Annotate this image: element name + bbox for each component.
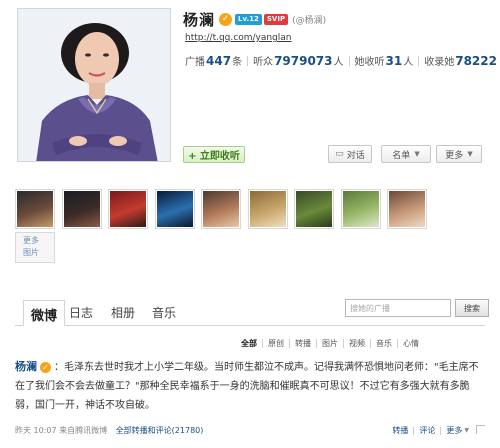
thumbnail-image xyxy=(203,191,239,227)
broadcast-search-input[interactable]: 搜她的广播 xyxy=(345,299,451,317)
profile-name[interactable]: 杨澜 xyxy=(183,9,215,30)
repost-action[interactable]: 转播 xyxy=(392,425,408,436)
more-photos-line2: 图片 xyxy=(23,248,39,257)
stat-following[interactable]: 她收听 31 人 xyxy=(355,53,414,68)
corner-resize-handle[interactable] xyxy=(476,425,485,434)
thumbnail-image xyxy=(157,191,193,227)
stat-divider xyxy=(247,55,249,66)
stat-label: 她收听 xyxy=(354,57,385,68)
filter-divider xyxy=(343,339,344,348)
thumbnail-image xyxy=(343,191,379,227)
action-divider xyxy=(440,426,442,435)
profile-stats: 广播 447 条 听众 7979073 人 她收听 31 人 收录她 78222 xyxy=(185,53,498,68)
post-time-source[interactable]: 昨天 10:07 来自腾讯微博 xyxy=(15,426,107,435)
stat-unit: 人 xyxy=(403,57,414,68)
dialog-button[interactable]: ▭ 对话 xyxy=(328,145,372,163)
tab-album[interactable]: 相册 xyxy=(111,304,135,321)
tab-music[interactable]: 音乐 xyxy=(152,304,176,321)
filter-music[interactable]: 音乐 xyxy=(376,338,392,349)
stat-label: 收录她 xyxy=(424,57,455,68)
photo-thumb-2[interactable] xyxy=(62,189,102,229)
comment-action[interactable]: 评论 xyxy=(419,425,435,436)
profile-handle: (@杨澜) xyxy=(292,15,327,26)
stat-divider xyxy=(348,55,350,66)
more-label: 更多 xyxy=(445,150,464,161)
search-button[interactable]: 搜索 xyxy=(455,299,489,317)
photo-thumb-8[interactable] xyxy=(341,189,381,229)
post-body: 杨澜 ✓ ：毛泽东去世时我才上小学二年级。当时师生都泣不成声。记得我满怀恐惧地问老师… xyxy=(15,357,485,415)
namelist-dropdown[interactable]: 名单 ▼ xyxy=(381,145,431,163)
post-meta-left: 昨天 10:07 来自腾讯微博 全部转播和评论(21780) xyxy=(15,425,203,436)
filter-divider xyxy=(397,339,398,348)
stat-label: 广播 xyxy=(185,57,205,68)
photo-thumb-3[interactable] xyxy=(108,189,148,229)
filter-divider xyxy=(262,339,263,348)
vip-badge[interactable]: SVIP xyxy=(263,13,289,25)
photo-thumb-1[interactable] xyxy=(15,189,55,229)
filter-repost[interactable]: 转播 xyxy=(295,338,311,349)
chevron-down-icon: ▼ xyxy=(414,150,420,158)
thumbnail-image xyxy=(17,191,53,227)
post-actions: 转播 评论 更多 ▼ xyxy=(392,425,469,436)
stat-value: 31 xyxy=(385,54,403,68)
filter-divider xyxy=(370,339,371,348)
filter-original[interactable]: 原创 xyxy=(268,338,284,349)
stat-collected[interactable]: 收录她 78222 xyxy=(424,53,498,68)
filter-video[interactable]: 视频 xyxy=(349,338,365,349)
feed-post: 杨澜 ✓ ：毛泽东去世时我才上小学二年级。当时师生都泣不成声。记得我满怀恐惧地问老师… xyxy=(15,357,485,415)
post-meta: 昨天 10:07 来自腾讯微博 全部转播和评论(21780) 转播 评论 更多 … xyxy=(15,425,485,439)
photo-thumb-7[interactable] xyxy=(294,189,334,229)
verified-v-icon: ✓ xyxy=(40,361,51,373)
tab-weibo[interactable]: 微博 xyxy=(23,300,66,326)
photo-thumb-6[interactable] xyxy=(248,189,288,229)
stat-unit: 条 xyxy=(232,57,243,68)
chevron-down-icon: ▼ xyxy=(467,150,473,158)
stat-value: 447 xyxy=(206,54,232,68)
all-reposts-comments-link[interactable]: 全部转播和评论(21780) xyxy=(116,426,204,435)
tab-blog[interactable]: 日志 xyxy=(69,304,93,321)
photo-thumb-4[interactable] xyxy=(155,189,195,229)
more-action[interactable]: 更多 xyxy=(446,425,462,436)
stat-divider xyxy=(418,55,420,66)
thumbnail-image xyxy=(110,191,146,227)
action-divider xyxy=(413,426,415,435)
stat-listeners[interactable]: 听众 7979073 人 xyxy=(253,53,343,68)
dialog-button-label: 对话 xyxy=(346,150,365,161)
post-author-link[interactable]: 杨澜 xyxy=(15,360,37,373)
stat-unit: 人 xyxy=(333,57,344,68)
more-photos-line1: 更多 xyxy=(23,236,39,245)
filter-divider xyxy=(316,339,317,348)
profile-name-row: 杨澜 ✓ Lv.12 SVIP (@杨澜) xyxy=(183,9,327,30)
feed-filters: 全部 原创 转播 图片 视频 音乐 心情 xyxy=(241,338,419,349)
thumbnail-image xyxy=(389,191,425,227)
verified-v-icon[interactable]: ✓ xyxy=(219,12,233,26)
stat-label: 听众 xyxy=(253,57,274,68)
profile-url-link[interactable]: http://t.qq.com/yanglan xyxy=(185,33,291,43)
chevron-down-icon: ▼ xyxy=(464,427,469,434)
stat-broadcasts[interactable]: 广播 447 条 xyxy=(185,53,242,68)
thumbnail-image xyxy=(250,191,286,227)
speech-bubble-icon: ▭ xyxy=(335,149,344,159)
profile-header: 杨澜 ✓ Lv.12 SVIP (@杨澜) http://t.qq.com/ya… xyxy=(0,0,500,178)
follow-button[interactable]: + 立即收听 xyxy=(183,146,245,163)
photo-thumb-9[interactable] xyxy=(387,189,427,229)
photo-gallery: 更多 图片 xyxy=(15,189,495,277)
thumbnail-image xyxy=(64,191,100,227)
more-photos-link[interactable]: 更多 图片 xyxy=(15,232,55,263)
filter-all[interactable]: 全部 xyxy=(241,338,257,349)
filter-divider xyxy=(289,339,290,348)
filter-images[interactable]: 图片 xyxy=(322,338,338,349)
namelist-label: 名单 xyxy=(392,150,411,161)
stat-value: 78222 xyxy=(455,54,497,68)
profile-avatar[interactable] xyxy=(17,8,171,162)
photo-thumb-5[interactable] xyxy=(201,189,241,229)
content-tabs: 微博 日志 相册 音乐 搜她的广播 搜索 xyxy=(15,296,489,326)
stat-value: 7979073 xyxy=(274,54,333,68)
level-badge[interactable]: Lv.12 xyxy=(235,13,262,25)
post-text: ：毛泽东去世时我才上小学二年级。当时师生都泣不成声。记得我满怀恐惧地问老师："毛… xyxy=(15,362,479,411)
filter-mood[interactable]: 心情 xyxy=(403,338,419,349)
more-dropdown[interactable]: 更多 ▼ xyxy=(436,145,482,163)
thumbnail-image xyxy=(296,191,332,227)
